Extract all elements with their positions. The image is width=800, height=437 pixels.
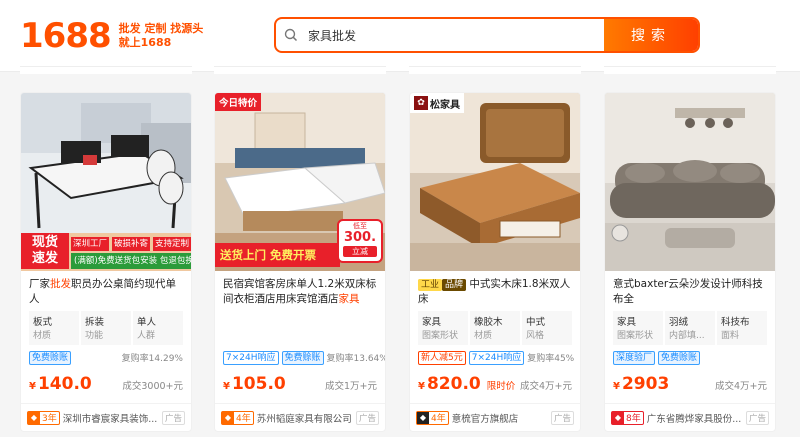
delivery-banner: 送货上门 免费开票 xyxy=(215,243,340,267)
ad-label: 广告 xyxy=(355,410,379,425)
product-title[interactable]: 工业 品牌 中式实木床1.8米双人床 xyxy=(410,271,580,309)
promo-sticker: 低至 300. 立减 xyxy=(337,219,383,263)
service-tag: 深度验厂 xyxy=(613,350,656,365)
attribute-list: 家具 图案形状 橡胶木 材质 中式 风格 xyxy=(418,311,572,345)
sales-volume: 成交4万+元 xyxy=(714,381,767,392)
sales-volume: 成交3000+元 xyxy=(122,381,183,392)
price: 2903 xyxy=(621,374,670,394)
search-button[interactable]: 搜索 xyxy=(604,19,698,51)
price-row: ¥ 105.0 成交1万+元 xyxy=(223,374,377,394)
service-tag: 免费赊账 xyxy=(658,350,701,365)
ad-label: 广告 xyxy=(161,410,185,425)
repurchase-rate: 复购率13.64% xyxy=(326,354,386,364)
promo-banner-top: 深圳工厂 破损补寄 支持定制 xyxy=(71,237,191,251)
attribute-item: 家具 图案形状 xyxy=(613,311,663,345)
shop-years-badge: ◆ 8年 xyxy=(611,410,644,425)
price-row: ¥ 820.0 限时价 成交4万+元 xyxy=(418,374,572,394)
ad-label: 广告 xyxy=(745,410,769,425)
product-image[interactable] xyxy=(605,93,775,271)
title-tag: 品牌 xyxy=(442,279,467,291)
search-input[interactable] xyxy=(306,19,604,51)
attribute-item: 中式 风格 xyxy=(522,311,572,345)
service-tag: 新人减5元 xyxy=(418,350,466,365)
product-title[interactable]: 厂家批发职员办公桌简约现代单人 xyxy=(21,271,191,309)
shop-years-icon: ◆ xyxy=(417,411,429,424)
sales-volume: 成交1万+元 xyxy=(324,381,377,392)
prev-card-bottom xyxy=(604,60,776,74)
attribute-item: 家具 图案形状 xyxy=(418,311,468,345)
limited-time-label: 限时价 xyxy=(486,381,516,392)
price: 820.0 xyxy=(426,374,481,394)
shop-years-badge: ◆ 3年 xyxy=(27,410,60,425)
search-bar: 搜索 xyxy=(274,17,700,53)
shop-years-icon: ◆ xyxy=(612,411,624,424)
repurchase-rate: 复购率14.29% xyxy=(121,354,183,364)
search-icon xyxy=(276,19,306,51)
price-row: ¥ 140.0 成交3000+元 xyxy=(29,374,183,394)
service-tag: 免费赊账 xyxy=(29,350,72,365)
service-tags: 7×24H响应 免费赊账 复购率13.64% xyxy=(223,350,385,365)
shop-row[interactable]: ◆ 4年 意梳官方旗舰店 广告 xyxy=(410,403,580,431)
logo-text: 1688 xyxy=(20,16,112,56)
shop-years-icon: ◆ xyxy=(28,411,40,424)
product-image[interactable]: 现货 速发 深圳工厂 破损补寄 支持定制 (满额)免费送货包安装 包退包换 xyxy=(21,93,191,271)
product-image[interactable]: ✿ 松家具 xyxy=(410,93,580,271)
shop-years-icon: ◆ xyxy=(222,411,234,424)
attribute-item: 单人 人群 xyxy=(133,311,183,345)
shop-years-badge: ◆ 4年 xyxy=(416,410,449,425)
logo-slogan: 批发 定制 找源头 就上1688 xyxy=(118,22,204,49)
brand-logo: ✿ 松家具 xyxy=(410,93,464,113)
service-tag: 免费赊账 xyxy=(281,350,324,365)
sales-volume: 成交4万+元 xyxy=(519,381,572,392)
price-row: ¥ 2903 成交4万+元 xyxy=(613,374,767,394)
service-tags: 深度验厂 免费赊账 xyxy=(613,350,767,365)
repurchase-rate: 复购率45% xyxy=(527,354,575,364)
service-tags: 免费赊账 复购率14.29% xyxy=(29,350,183,365)
product-image[interactable]: 今日特价 送货上门 免费开票 低至 300. 立减 xyxy=(215,93,385,271)
price: 105.0 xyxy=(231,374,286,394)
price: 140.0 xyxy=(37,374,92,394)
brand-mark-icon: ✿ xyxy=(414,96,428,110)
product-card[interactable]: 现货 速发 深圳工厂 破损补寄 支持定制 (满额)免费送货包安装 包退包换 厂家… xyxy=(20,92,192,432)
site-logo[interactable]: 1688 批发 定制 找源头 就上1688 xyxy=(20,16,203,56)
product-card[interactable]: ✿ 松家具 工业 品牌 中式实木床1.8米双人床 家具 图案形状 橡胶木 材质 中式风… xyxy=(409,92,581,432)
shop-name[interactable]: 广东省腾烨家具股份... xyxy=(647,411,743,425)
service-tag: 7×24H响应 xyxy=(468,350,525,365)
product-title[interactable]: 意式baxter云朵沙发设计师科技布全 xyxy=(605,271,775,309)
attribute-item: 橡胶木 材质 xyxy=(470,311,520,345)
attribute-item: 拆装 功能 xyxy=(81,311,131,345)
prev-card-bottom xyxy=(20,60,192,74)
product-card[interactable]: 意式baxter云朵沙发设计师科技布全 家具 图案形状 羽绒 内部填... 科技布面… xyxy=(604,92,776,432)
attribute-list: 板式 材质 拆装 功能 单人 人群 xyxy=(29,311,183,345)
daily-deal-badge: 今日特价 xyxy=(215,93,262,111)
attribute-list: 家具 图案形状 羽绒 内部填... 科技布 面料 xyxy=(613,311,767,345)
prev-card-bottom xyxy=(214,60,386,74)
shop-row[interactable]: ◆ 3年 深圳市睿宸家具装饰... 广告 xyxy=(21,403,191,431)
ad-label: 广告 xyxy=(550,410,574,425)
promo-banner-bottom: (满额)免费送货包安装 包退包换 xyxy=(71,253,191,269)
prev-card-bottom xyxy=(409,60,581,74)
shop-name[interactable]: 深圳市睿宸家具装饰... xyxy=(63,411,159,425)
shop-name[interactable]: 苏州韬庭家具有限公司 xyxy=(257,411,353,425)
product-title[interactable]: 民宿宾馆客房床单人1.2米双床标间衣柜酒店用床宾馆酒店家具 xyxy=(215,271,385,309)
stock-badge: 现货 速发 xyxy=(21,233,69,269)
attribute-spacer xyxy=(215,309,385,345)
shop-row[interactable]: ◆ 8年 广东省腾烨家具股份... 广告 xyxy=(605,403,775,431)
attribute-item: 科技布 面料 xyxy=(717,311,767,345)
service-tag: 7×24H响应 xyxy=(223,350,279,365)
service-tags: 新人减5元 7×24H响应 复购率45% xyxy=(418,350,575,365)
product-card[interactable]: 今日特价 送货上门 免费开票 低至 300. 立减 民宿宾馆客房床单人1.2米双… xyxy=(214,92,386,432)
shop-name[interactable]: 意梳官方旗舰店 xyxy=(452,411,548,425)
attribute-item: 板式 材质 xyxy=(29,311,79,345)
title-tag: 工业 xyxy=(418,279,443,291)
shop-years-badge: ◆ 4年 xyxy=(221,410,254,425)
shop-row[interactable]: ◆ 4年 苏州韬庭家具有限公司 广告 xyxy=(215,403,385,431)
attribute-item: 羽绒 内部填... xyxy=(665,311,715,345)
